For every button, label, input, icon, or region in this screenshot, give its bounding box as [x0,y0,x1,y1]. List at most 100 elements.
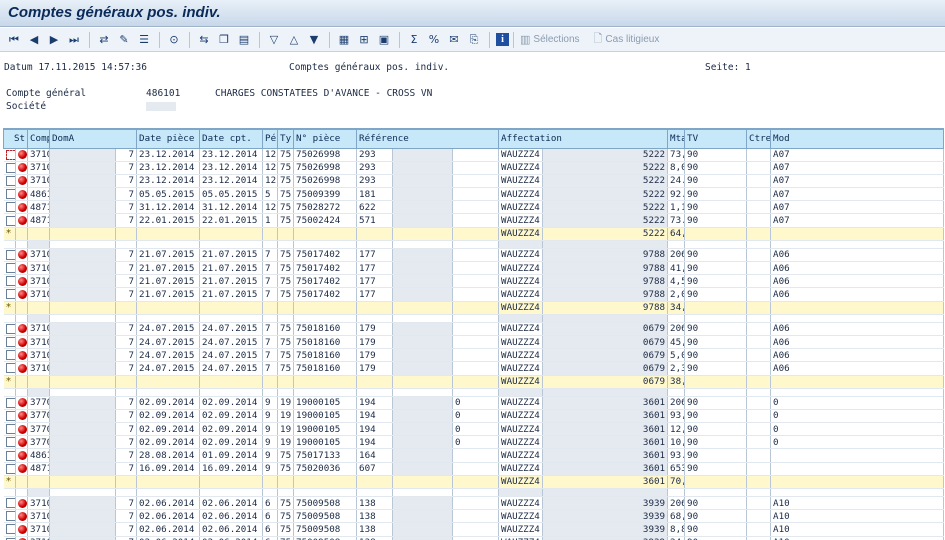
column-header-compte[interactable]: Compte [27,128,51,149]
row-select-checkbox[interactable] [5,437,15,448]
row-select-checkbox[interactable] [5,511,15,522]
column-header-date-piece[interactable]: Date pièce [136,128,201,149]
doc-number-cell[interactable]: 75026998 [293,161,358,175]
sort-ascending-icon[interactable]: △ [286,32,302,48]
row-select-checkbox[interactable] [5,175,15,186]
glasses-icon[interactable]: ⊙ [166,32,182,48]
doc-number-cell[interactable]: 75017402 [293,274,358,289]
row-select-checkbox[interactable] [5,149,15,160]
row-select-cell[interactable] [3,174,16,189]
table-row[interactable]: 371000702.06.201402.06.20146757500950813… [3,536,945,540]
table-row[interactable]: 377000702.09.201402.09.20149191900010519… [3,422,945,437]
table-row[interactable]: 487101731.12.201431.12.20141275750282726… [3,200,945,215]
table-row[interactable]: 371000724.07.201524.07.20157757501816017… [3,348,945,363]
row-select-cell[interactable] [3,161,16,175]
table-row[interactable]: 487101722.01.201522.01.20151757500242457… [3,213,945,228]
row-select-cell[interactable] [3,200,16,215]
table-row[interactable]: 487101716.09.201416.09.20149757502003660… [3,462,945,476]
row-select-checkbox[interactable] [5,323,15,334]
row-select-cell[interactable] [3,435,16,450]
doc-number-cell[interactable]: 75017402 [293,287,358,302]
row-select-cell[interactable] [3,187,16,202]
filter-icon[interactable]: ▽ [266,32,282,48]
row-select-checkbox[interactable] [5,397,15,408]
subtotal-row[interactable]: * WAUZZZ4067938,732.92 [3,375,945,389]
row-select-checkbox[interactable] [5,289,15,300]
table-row[interactable]: 371000724.07.201524.07.20157757501816017… [3,361,945,376]
row-select-checkbox[interactable] [5,463,15,474]
table-row[interactable]: 377000702.09.201402.09.20149191900010519… [3,435,945,450]
column-header-affectation[interactable]: Affectation [498,128,669,149]
column-header-mod[interactable]: Mod [770,128,945,149]
doc-number-cell[interactable]: 75020036 [293,462,358,476]
row-select-cell[interactable] [3,496,16,511]
table-row[interactable]: 377000702.09.201402.09.20149191900010519… [3,409,945,424]
info-icon[interactable]: i [496,33,509,46]
row-select-checkbox[interactable] [5,450,15,461]
last-page-icon[interactable]: ⏭ [66,32,82,48]
column-header-pe[interactable]: Pé [262,128,279,149]
doc-number-cell[interactable]: 19000105 [293,435,358,450]
row-select-checkbox[interactable] [5,363,15,374]
row-select-cell[interactable] [3,422,16,437]
column-header-tv[interactable]: TV [684,128,748,149]
subtotal-row[interactable]: * WAUZZZ4522264,373.24 [3,227,945,241]
row-select-checkbox[interactable] [5,337,15,348]
selections-button[interactable]: ▥ Sélections [520,33,580,46]
table-row[interactable]: 371000723.12.201423.12.20141275750269982… [3,174,945,189]
doc-number-cell[interactable]: 75009399 [293,187,358,202]
first-page-icon[interactable]: ⏮ [6,32,22,48]
export-icon[interactable]: ⊞ [356,32,372,48]
subtotal-icon[interactable]: % [426,32,442,48]
row-select-checkbox[interactable] [5,424,15,435]
doc-number-cell[interactable]: 75017402 [293,248,358,263]
row-select-cell[interactable] [3,409,16,424]
row-select-cell[interactable] [3,396,16,410]
table-row[interactable]: 486101705.05.201505.05.20155757500939918… [3,187,945,202]
table-row[interactable]: 371000724.07.201524.07.20157757501816017… [3,322,945,336]
row-select-cell[interactable] [3,261,16,276]
row-select-checkbox[interactable] [5,524,15,535]
row-select-cell[interactable] [3,522,16,537]
table-row[interactable]: 371000723.12.201423.12.20141275750269982… [3,148,945,162]
column-header-st[interactable]: St [2,128,29,149]
column-header-montant[interactable]: Mtant en DI [667,128,686,149]
row-select-checkbox[interactable] [5,263,15,274]
column-header-doma[interactable]: DomA [49,128,138,149]
doc-number-cell[interactable]: 75026998 [293,174,358,189]
row-select-checkbox[interactable] [5,189,15,200]
row-select-cell[interactable] [3,462,16,476]
table-row[interactable]: 371000721.07.201521.07.20157757501740217… [3,274,945,289]
doc-number-cell[interactable]: 75009508 [293,496,358,511]
row-select-cell[interactable] [3,274,16,289]
display-change-icon[interactable]: ⇄ [96,32,112,48]
attach-icon[interactable]: ⎘ [466,32,482,48]
print-icon[interactable]: ▣ [376,32,392,48]
doc-number-cell[interactable]: 75026998 [293,148,358,162]
row-select-checkbox[interactable] [5,410,15,421]
table-row[interactable]: 371000724.07.201524.07.20157757501816017… [3,335,945,350]
column-header-ctre-couts[interactable]: Ctre coûts [746,128,772,149]
table-row[interactable]: 377000702.09.201402.09.20149191900010519… [3,396,945,410]
row-select-checkbox[interactable] [5,249,15,260]
row-select-cell[interactable] [3,148,16,162]
doc-number-cell[interactable]: 75009508 [293,536,358,540]
column-header-no-piece[interactable]: N° pièce [293,128,358,149]
doc-number-cell[interactable]: 19000105 [293,409,358,424]
row-select-cell[interactable] [3,361,16,376]
doc-number-cell[interactable]: 75017133 [293,448,358,463]
previous-page-icon[interactable]: ◀ [26,32,42,48]
table-row[interactable]: 371000721.07.201521.07.20157757501740217… [3,287,945,302]
doc-number-cell[interactable]: 75018160 [293,348,358,363]
column-header-reference[interactable]: Référence [356,128,500,149]
doc-number-cell[interactable]: 75009508 [293,522,358,537]
mass-change-icon[interactable]: ⇆ [196,32,212,48]
doc-number-cell[interactable]: 75018160 [293,335,358,350]
doc-number-cell[interactable]: 75002424 [293,213,358,228]
row-select-checkbox[interactable] [5,276,15,287]
row-select-cell[interactable] [3,248,16,263]
row-select-checkbox[interactable] [5,215,15,226]
layout-grid-icon[interactable]: ▦ [336,32,352,48]
doc-number-cell[interactable]: 75009508 [293,509,358,524]
next-page-icon[interactable]: ▶ [46,32,62,48]
